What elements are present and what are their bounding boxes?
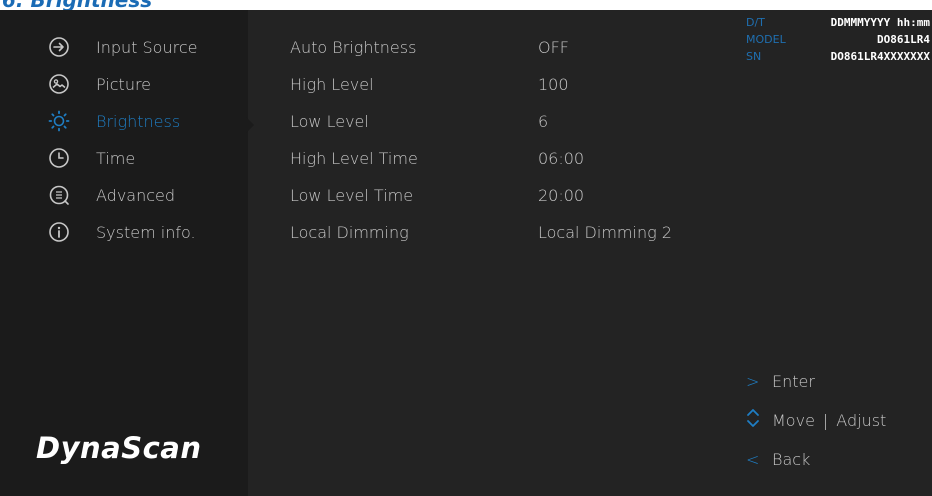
setting-label: Low Level Time (290, 185, 414, 205)
setting-label: Low Level (290, 111, 369, 131)
info-row-dt: D/T DDMMMYYYY hh:mm (746, 14, 930, 31)
info-label: D/T (746, 16, 765, 29)
hint-adjust-label: Adjust (836, 410, 887, 430)
hint-back-label: Back (772, 449, 811, 469)
info-value: DDMMMYYYY hh:mm (830, 16, 930, 29)
menu-label-input-source: Input Source (96, 37, 198, 57)
info-row-model: MODEL DO861LR4 (746, 31, 930, 48)
menu-item-input-source[interactable]: Input Source (48, 32, 238, 62)
setting-value: 6 (538, 111, 549, 131)
hint-move-adjust: Move | Adjust (746, 407, 886, 433)
menu-label-time: Time (96, 148, 136, 168)
page-header: 6. Brightness (0, 0, 932, 10)
device-info: D/T DDMMMYYYY hh:mm MODEL DO861LR4 SN DO… (746, 14, 930, 65)
setting-row-low-level[interactable]: Low Level 6 (290, 106, 720, 136)
info-label: MODEL (746, 33, 786, 46)
up-down-chevron-icon (746, 407, 772, 433)
setting-value: 20:00 (538, 185, 585, 205)
setting-label: High Level Time (290, 148, 418, 168)
menu-label-system-info: System info. (96, 222, 196, 242)
setting-label: Auto Brightness (290, 37, 417, 57)
picture-icon (49, 74, 69, 94)
menu-item-time[interactable]: Time (48, 143, 238, 173)
back-chevron-icon: < (746, 449, 760, 469)
hint-move-label: Move (772, 410, 815, 430)
menu-item-system-info[interactable]: System info. (48, 217, 238, 247)
setting-value: 100 (538, 74, 569, 94)
dynascan-logo: DynaScan (36, 431, 202, 465)
setting-value: 06:00 (538, 148, 585, 168)
hint-enter: > Enter (746, 368, 815, 394)
hint-enter-label: Enter (772, 371, 815, 391)
hint-separator: | (822, 410, 829, 430)
setting-value: OFF (538, 37, 569, 57)
menu-item-picture[interactable]: Picture (48, 69, 238, 99)
page-title: 6. Brightness (2, 0, 152, 10)
menu-item-advanced[interactable]: Advanced (48, 180, 238, 210)
info-value: DO861LR4 (877, 33, 930, 46)
setting-row-high-level-time[interactable]: High Level Time 06:00 (290, 143, 720, 173)
info-label: SN (746, 50, 762, 63)
setting-row-low-level-time[interactable]: Low Level Time 20:00 (290, 180, 720, 210)
active-pointer (246, 117, 254, 133)
setting-row-high-level[interactable]: High Level 100 (290, 69, 720, 99)
setting-row-local-dimming[interactable]: Local Dimming Local Dimming 2 (290, 217, 720, 247)
info-value: DO861LR4XXXXXXX (830, 50, 930, 63)
setting-label: Local Dimming (290, 222, 409, 242)
advanced-icon (49, 185, 69, 205)
hint-back: < Back (746, 446, 810, 472)
enter-chevron-icon: > (746, 371, 760, 391)
osd-window: Input Source Picture Brightness Time Adv… (0, 10, 932, 496)
menu-label-picture: Picture (96, 74, 152, 94)
menu-item-brightness[interactable]: Brightness (48, 106, 238, 136)
info-icon (49, 222, 69, 242)
brightness-icon (48, 110, 70, 132)
info-row-sn: SN DO861LR4XXXXXXX (746, 48, 930, 65)
menu-label-brightness: Brightness (96, 111, 181, 131)
clock-icon (49, 148, 69, 168)
menu-label-advanced: Advanced (96, 185, 176, 205)
setting-row-auto-brightness[interactable]: Auto Brightness OFF (290, 32, 720, 62)
setting-value: Local Dimming 2 (538, 222, 672, 242)
sidebar: Input Source Picture Brightness Time Adv… (0, 10, 248, 496)
setting-label: High Level (290, 74, 374, 94)
input-source-icon (49, 37, 69, 57)
